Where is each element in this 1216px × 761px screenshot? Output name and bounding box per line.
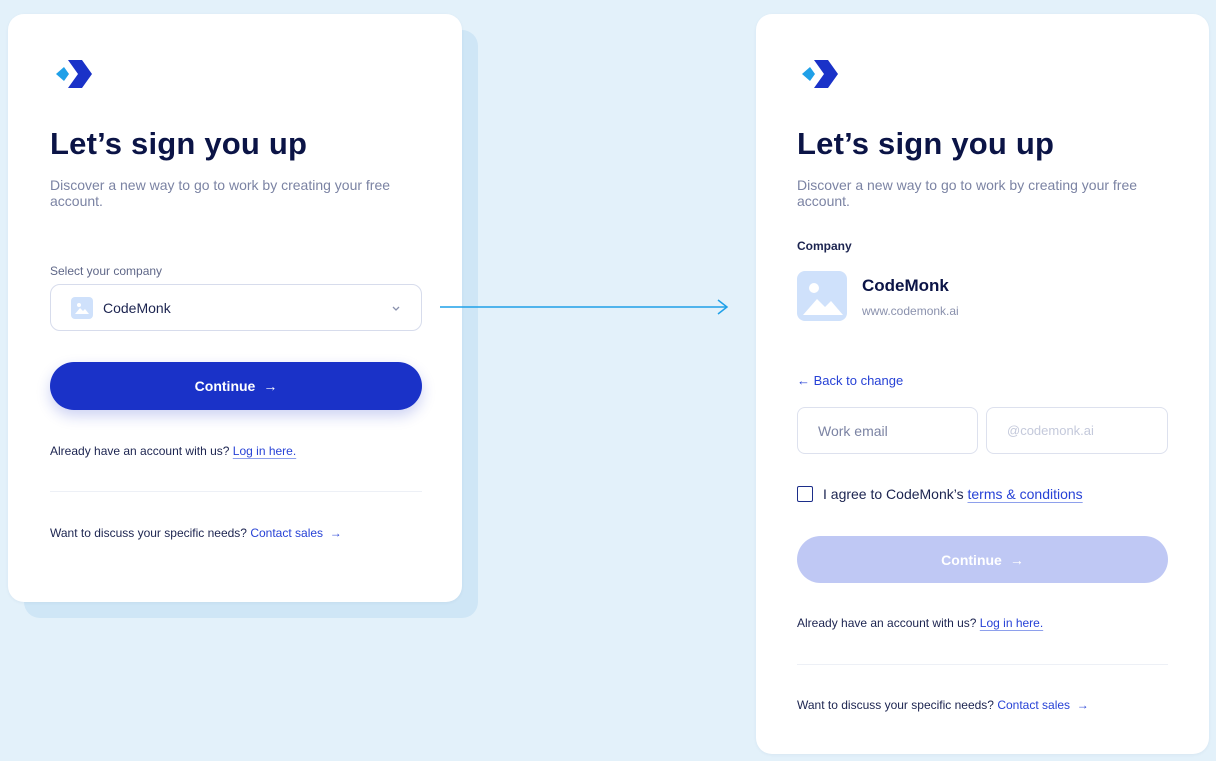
login-prompt: Already have an account with us?: [50, 444, 230, 458]
arrow-right-icon: →: [1073, 698, 1089, 712]
company-image-icon: [71, 296, 93, 319]
arrow-right-icon: →: [326, 526, 342, 540]
company-label: Company: [797, 239, 852, 253]
login-link[interactable]: Log in here.: [980, 616, 1043, 630]
page-title: Let’s sign you up: [797, 126, 1055, 161]
login-link[interactable]: Log in here.: [233, 444, 296, 458]
divider: [50, 491, 422, 492]
divider: [797, 664, 1168, 665]
right-signup-card: Let’s sign you up Discover a new way to …: [756, 14, 1209, 754]
terms-link[interactable]: terms & conditions: [968, 486, 1083, 502]
contact-sales-link[interactable]: Contact sales: [250, 526, 323, 540]
sales-line: Want to discuss your specific needs? Con…: [50, 526, 342, 540]
arrow-right-icon: →: [1009, 551, 1024, 568]
terms-checkbox[interactable]: [797, 486, 813, 502]
continue-button[interactable]: Continue →: [797, 536, 1168, 583]
page-title: Let’s sign you up: [50, 126, 308, 161]
chevron-down-icon: [392, 306, 400, 311]
email-domain-field: @codemonk.ai: [986, 407, 1168, 454]
arrow-right-icon: →: [263, 378, 278, 394]
sales-line: Want to discuss your specific needs? Con…: [797, 698, 1089, 712]
continue-button-label: Continue: [941, 551, 1002, 568]
login-line: Already have an account with us? Log in …: [50, 444, 296, 458]
company-select-value: CodeMonk: [103, 299, 171, 316]
company-select-label: Select your company: [50, 264, 163, 278]
company-image-icon: [797, 271, 847, 321]
contact-sales-link[interactable]: Contact sales: [997, 698, 1070, 712]
login-line: Already have an account with us? Log in …: [797, 616, 1043, 630]
continue-button-label: Continue: [194, 378, 256, 394]
flow-arrow: [440, 299, 729, 315]
page-subtitle: Discover a new way to go to work by crea…: [50, 177, 391, 209]
company-url: www.codemonk.ai: [862, 304, 959, 318]
back-to-change-link[interactable]: ← Back to change: [797, 373, 903, 388]
company-select[interactable]: CodeMonk: [50, 284, 422, 331]
login-prompt: Already have an account with us?: [797, 616, 977, 630]
page-subtitle: Discover a new way to go to work by crea…: [797, 177, 1138, 209]
work-email-input[interactable]: Work email: [797, 407, 978, 454]
app-logo-icon: [802, 60, 838, 88]
terms-agreement: I agree to CodeMonk’s terms & conditions: [823, 486, 1083, 502]
left-signup-card: Let’s sign you up Discover a new way to …: [8, 14, 462, 602]
company-name: CodeMonk: [862, 276, 949, 295]
sales-prompt: Want to discuss your specific needs?: [797, 698, 994, 712]
sales-prompt: Want to discuss your specific needs?: [50, 526, 247, 540]
agree-text: I agree to CodeMonk’s: [823, 486, 964, 502]
continue-button[interactable]: Continue →: [50, 362, 422, 410]
app-logo-icon: [56, 60, 92, 88]
